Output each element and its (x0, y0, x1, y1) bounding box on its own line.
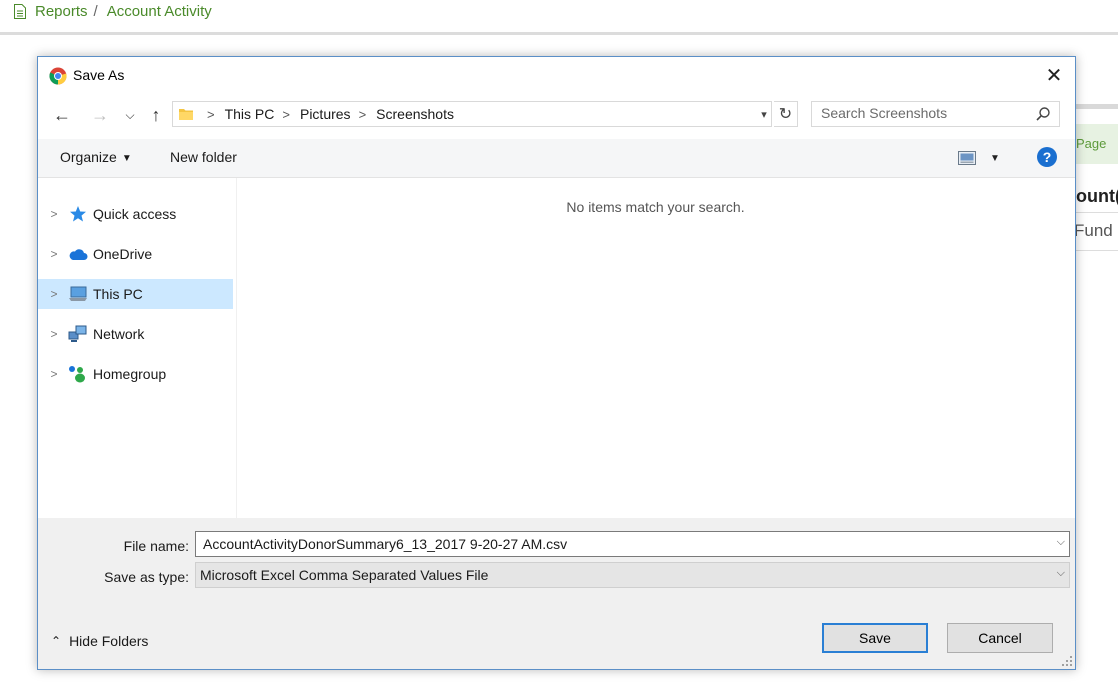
background-subtext: Fund - (1074, 221, 1118, 240)
resize-grip-icon[interactable] (1062, 656, 1072, 666)
address-part-screenshots[interactable]: Screenshots (376, 106, 454, 122)
chevron-down-icon: ▾ (761, 108, 767, 121)
search-input[interactable]: Search Screenshots (811, 101, 1060, 127)
expand-icon[interactable]: > (48, 287, 60, 301)
nav-label: This PC (93, 286, 143, 302)
command-bar: Organize ▼ New folder ▼ ? (38, 139, 1075, 178)
nav-item-quick-access[interactable]: > Quick access (38, 199, 233, 229)
chevron-down-icon: ⌵ (125, 107, 135, 122)
search-placeholder: Search Screenshots (821, 105, 948, 121)
breadcrumb-separator: / (93, 3, 98, 20)
recent-locations-button[interactable]: ⌵ (118, 101, 142, 129)
file-name-label: File name: (123, 538, 189, 554)
arrow-left-icon: ← (53, 104, 71, 125)
expand-icon[interactable]: > (48, 247, 60, 261)
arrow-right-icon: → (91, 104, 109, 125)
close-icon: ✕ (1045, 65, 1063, 87)
expand-icon[interactable]: > (48, 207, 60, 221)
up-button[interactable]: ↑ (143, 101, 169, 129)
nav-label: OneDrive (93, 246, 153, 262)
homegroup-icon (69, 366, 85, 383)
cancel-button[interactable]: Cancel (947, 623, 1053, 653)
file-name-value: AccountActivityDonorSummary6_13_2017 9-2… (203, 536, 568, 552)
star-icon (70, 206, 86, 222)
navigation-pane: > Quick access > OneDrive > This PC > Ne… (38, 178, 237, 518)
nav-label: Homegroup (93, 366, 167, 382)
chevron-up-icon: ⌃ (51, 634, 62, 648)
breadcrumb: Reports / Account Activity (14, 3, 212, 20)
empty-message: No items match your search. (566, 199, 745, 215)
dialog-title: Save As (73, 67, 125, 83)
view-icon (958, 151, 976, 165)
background-rule (1076, 250, 1118, 251)
cloud-icon (69, 249, 88, 260)
nav-item-onedrive[interactable]: > OneDrive (38, 239, 233, 269)
navigation-bar: ← → ⌵ ↑ > This PC > Pictures > Screensho… (38, 95, 1075, 135)
document-icon (14, 4, 26, 19)
save-options-panel: File name: AccountActivityDonorSummary6_… (38, 518, 1075, 669)
expand-icon[interactable]: > (48, 327, 60, 341)
chevron-down-icon[interactable]: ⌵ (1057, 536, 1065, 549)
background-divider (1076, 104, 1118, 109)
save-button[interactable]: Save (822, 623, 928, 653)
arrow-up-icon: ↑ (151, 104, 161, 125)
new-folder-button[interactable]: New folder (170, 149, 237, 165)
address-part-pictures[interactable]: Pictures (300, 106, 351, 122)
save-as-type-value: Microsoft Excel Comma Separated Values F… (200, 567, 489, 583)
nav-label: Network (93, 326, 145, 342)
folder-icon (179, 109, 193, 120)
chevron-down-icon: ⌵ (1056, 567, 1065, 579)
save-as-dialog: Save As ✕ ← → ⌵ ↑ > This PC > Pictures >… (37, 56, 1076, 670)
caret-down-icon: ▼ (121, 153, 132, 164)
address-bar[interactable]: > This PC > Pictures > Screenshots (172, 101, 772, 127)
page-header: Reports / Account Activity (0, 0, 1118, 35)
caret-down-icon: ▼ (990, 152, 1000, 164)
back-button[interactable]: ← (49, 101, 75, 129)
nav-item-homegroup[interactable]: > Homegroup (38, 359, 233, 389)
nav-item-this-pc[interactable]: > This PC (38, 279, 233, 309)
background-rule (1076, 212, 1118, 213)
search-icon (1036, 107, 1050, 121)
refresh-button[interactable]: ↻ (774, 101, 798, 127)
chevron-right-icon: > (207, 106, 215, 122)
nav-label: Quick access (93, 206, 177, 222)
refresh-icon: ↻ (778, 106, 793, 123)
title-bar[interactable]: Save As ✕ (38, 57, 1075, 95)
address-part-this-pc[interactable]: This PC (225, 106, 275, 122)
network-icon (68, 325, 87, 342)
breadcrumb-account-activity[interactable]: Account Activity (107, 3, 212, 20)
forward-button[interactable]: → (87, 101, 113, 129)
organize-label: Organize (60, 149, 117, 165)
change-view-button[interactable]: ▼ (958, 149, 1002, 167)
hide-folders-label: Hide Folders (69, 633, 149, 649)
save-as-type-select[interactable]: Microsoft Excel Comma Separated Values F… (195, 562, 1070, 588)
expand-icon[interactable]: > (48, 367, 60, 381)
chrome-icon (49, 67, 67, 85)
hide-folders-button[interactable]: ⌃ Hide Folders (51, 633, 148, 649)
address-dropdown-button[interactable]: ▾ (756, 101, 772, 127)
chevron-right-icon: > (358, 106, 367, 122)
file-list-area[interactable]: No items match your search. (236, 178, 1075, 518)
chevron-right-icon: > (282, 106, 290, 122)
background-heading: ount( (1076, 186, 1118, 206)
help-button[interactable]: ? (1037, 147, 1057, 167)
close-button[interactable]: ✕ (1039, 61, 1069, 91)
file-name-field[interactable]: AccountActivityDonorSummary6_13_2017 9-2… (195, 531, 1070, 557)
save-as-type-label: Save as type: (104, 569, 189, 585)
nav-item-network[interactable]: > Network (38, 319, 233, 349)
breadcrumb-reports[interactable]: Reports (35, 3, 88, 20)
background-tab[interactable]: Page (1076, 124, 1118, 164)
computer-icon (69, 286, 87, 301)
help-icon: ? (1042, 149, 1052, 165)
organize-menu[interactable]: Organize ▼ (60, 149, 132, 165)
